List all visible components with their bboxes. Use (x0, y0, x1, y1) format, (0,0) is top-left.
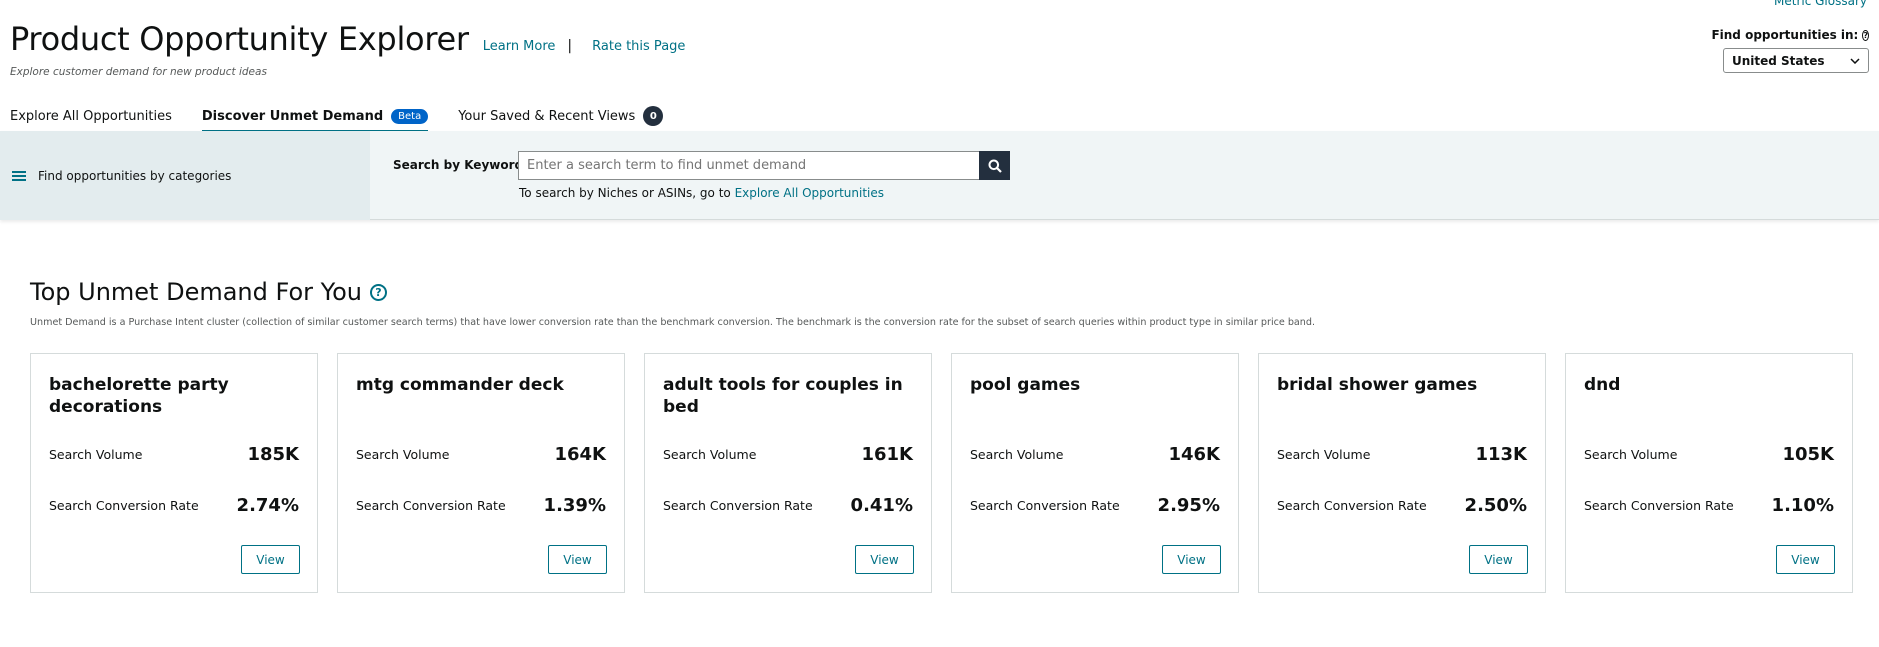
conversion-rate-row: Search Conversion Rate 1.10% (1584, 495, 1834, 516)
search-volume-value: 113K (1475, 444, 1527, 465)
conversion-rate-row: Search Conversion Rate 0.41% (663, 495, 913, 516)
metric-label: Search Volume (663, 447, 757, 462)
demand-card: pool games Search Volume 146K Search Conver… (951, 353, 1239, 593)
search-volume-row: Search Volume 113K (1277, 444, 1527, 465)
conversion-rate-value: 2.95% (1157, 495, 1220, 516)
view-button[interactable]: View (1469, 545, 1528, 574)
conversion-rate-value: 1.39% (543, 495, 606, 516)
search-band: Find opportunities by categories Search … (0, 131, 1879, 220)
search-volume-value: 146K (1168, 444, 1220, 465)
metric-label: Search Conversion Rate (1277, 498, 1427, 513)
demand-card: adult tools for couples in bed Search Vol… (644, 353, 932, 593)
view-button[interactable]: View (855, 545, 914, 574)
conversion-rate-row: Search Conversion Rate 2.74% (49, 495, 299, 516)
search-icon (988, 159, 1002, 173)
menu-icon (12, 170, 26, 181)
view-button[interactable]: View (1776, 545, 1835, 574)
keyword-search-input[interactable] (518, 151, 980, 180)
metric-label: Search Conversion Rate (970, 498, 1120, 513)
metric-label: Search Volume (356, 447, 450, 462)
demand-card: bridal shower games Search Volume 113K Sear… (1258, 353, 1546, 593)
card-title: dnd (1584, 375, 1621, 395)
metric-label: Search Volume (970, 447, 1064, 462)
country-select-value: United States (1732, 53, 1825, 68)
rate-page-link[interactable]: Rate this Page (592, 39, 685, 54)
search-volume-value: 105K (1782, 444, 1834, 465)
card-title: mtg commander deck (356, 375, 564, 395)
count-badge: 0 (643, 106, 664, 126)
search-volume-row: Search Volume 185K (49, 444, 299, 465)
view-button[interactable]: View (241, 545, 300, 574)
view-button[interactable]: View (548, 545, 607, 574)
tab-label: Explore All Opportunities (10, 108, 172, 124)
search-volume-row: Search Volume 161K (663, 444, 913, 465)
explore-all-link[interactable]: Explore All Opportunities (735, 186, 884, 200)
demand-card-list: bachelorette party decorations Search Vol… (30, 353, 1853, 593)
search-volume-value: 185K (247, 444, 299, 465)
metric-label: Search Conversion Rate (49, 498, 199, 513)
card-title: adult tools for couples in bed (663, 375, 903, 417)
tab-label: Discover Unmet Demand (201, 108, 384, 124)
tab-saved-recent-views[interactable]: Your Saved & Recent Views 0 (458, 104, 664, 128)
conversion-rate-value: 2.50% (1464, 495, 1527, 516)
tab-explore-all[interactable]: Explore All Opportunities (10, 104, 172, 128)
search-volume-row: Search Volume 105K (1584, 444, 1834, 465)
page-subtitle: Explore customer demand for new product … (10, 66, 267, 78)
card-title: pool games (970, 375, 1081, 395)
header-separator: | (567, 38, 573, 54)
demand-card: bachelorette party decorations Search Vol… (30, 353, 318, 593)
conversion-rate-value: 2.74% (236, 495, 299, 516)
search-button[interactable] (979, 151, 1010, 180)
search-volume-value: 164K (554, 444, 606, 465)
section-title: Top Unmet Demand For You ? (30, 278, 387, 306)
question-icon[interactable]: ? (370, 283, 387, 301)
country-select[interactable]: United States (1723, 48, 1869, 73)
card-title: bridal shower games (1277, 375, 1478, 395)
metric-label: Search Volume (49, 447, 143, 462)
tab-bar: Explore All Opportunities Discover Unmet… (10, 104, 693, 133)
metric-label: Search Volume (1584, 447, 1678, 462)
locale-picker: Find opportunities in: ? United States (1711, 28, 1869, 73)
chevron-down-icon (1850, 57, 1860, 64)
locale-label-text: Find opportunities in: (1711, 28, 1859, 42)
search-volume-row: Search Volume 164K (356, 444, 606, 465)
demand-card: dnd Search Volume 105K Search Conversion Ra… (1565, 353, 1853, 593)
conversion-rate-row: Search Conversion Rate 2.50% (1277, 495, 1527, 516)
demand-card: mtg commander deck Search Volume 164K Searc… (337, 353, 625, 593)
metric-label: Search Volume (1277, 447, 1371, 462)
conversion-rate-row: Search Conversion Rate 2.95% (970, 495, 1220, 516)
keyword-note: To search by Niches or ASINs, go to Expl… (519, 186, 884, 200)
metric-label: Search Conversion Rate (663, 498, 813, 513)
keyword-note-text: To search by Niches or ASINs, go to (519, 186, 735, 200)
tab-label: Your Saved & Recent Views (458, 108, 636, 124)
page-title: Product Opportunity Explorer (10, 20, 469, 58)
view-button[interactable]: View (1162, 545, 1221, 574)
locale-label: Find opportunities in: ? (1711, 28, 1869, 42)
section-description: Unmet Demand is a Purchase Intent cluste… (30, 317, 1316, 328)
categories-label: Find opportunities by categories (38, 168, 232, 183)
metric-label: Search Conversion Rate (1584, 498, 1734, 513)
conversion-rate-value: 1.10% (1771, 495, 1834, 516)
conversion-rate-row: Search Conversion Rate 1.39% (356, 495, 606, 516)
metric-label: Search Conversion Rate (356, 498, 506, 513)
categories-toggle[interactable]: Find opportunities by categories (0, 131, 370, 220)
page-header: Product Opportunity Explorer Learn More … (10, 20, 685, 58)
card-title: bachelorette party decorations (49, 375, 229, 417)
tab-discover-unmet-demand[interactable]: Discover Unmet Demand Beta (201, 104, 429, 133)
search-volume-row: Search Volume 146K (970, 444, 1220, 465)
section-title-text: Top Unmet Demand For You (30, 278, 362, 306)
beta-badge: Beta (391, 108, 429, 124)
keyword-label: Search by Keyword (393, 158, 524, 172)
search-volume-value: 161K (861, 444, 913, 465)
help-icon[interactable]: ? (1862, 29, 1869, 41)
metric-glossary-link[interactable]: Metric Glossary (1774, 0, 1867, 8)
conversion-rate-value: 0.41% (850, 495, 913, 516)
learn-more-link[interactable]: Learn More (483, 39, 556, 54)
